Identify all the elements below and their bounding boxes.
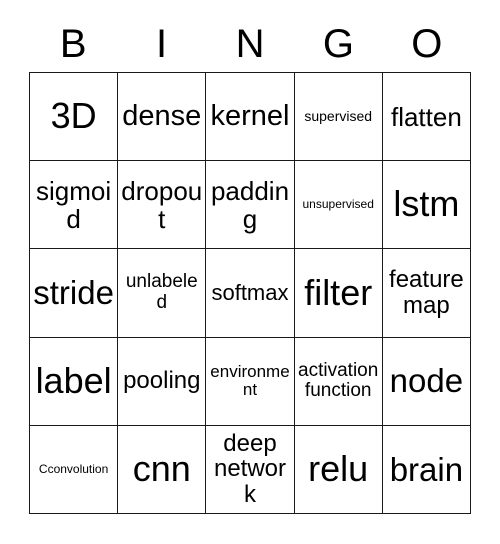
bingo-cell[interactable]: kernel bbox=[206, 73, 295, 162]
bingo-cell-label: label bbox=[35, 359, 112, 401]
bingo-cell[interactable]: padding bbox=[206, 161, 295, 250]
bingo-cell[interactable]: supervised bbox=[294, 73, 383, 162]
bingo-cell-label: flatten bbox=[390, 101, 462, 132]
bingo-cell-label: sigmoid bbox=[36, 175, 112, 234]
bingo-cell[interactable]: unsupervised bbox=[294, 161, 383, 250]
bingo-cell[interactable]: relu bbox=[294, 425, 383, 514]
bingo-cell[interactable]: label bbox=[30, 337, 119, 426]
bingo-cell-label: activation function bbox=[298, 359, 379, 402]
bingo-cell-label: 3D bbox=[50, 95, 97, 137]
bingo-cell[interactable]: stride bbox=[30, 249, 119, 338]
bingo-cell[interactable]: filter bbox=[294, 249, 383, 338]
bingo-grid: 3D dense kernel supervised flatten sigmo… bbox=[29, 72, 471, 514]
bingo-cell[interactable]: 3D bbox=[30, 73, 119, 162]
bingo-cell-label: node bbox=[389, 362, 464, 400]
bingo-cell[interactable]: cnn bbox=[118, 425, 207, 514]
bingo-cell-label: softmax bbox=[211, 280, 289, 306]
bingo-header-letter-o: O bbox=[411, 22, 443, 66]
bingo-header-row: B I N G O bbox=[29, 16, 471, 72]
bingo-cell[interactable]: deep network bbox=[206, 425, 295, 514]
bingo-cell-label: Cconvolution bbox=[38, 461, 109, 476]
bingo-cell-label: deep network bbox=[213, 429, 287, 509]
bingo-cell[interactable]: dropout bbox=[118, 161, 207, 250]
bingo-cell[interactable]: unlabeled bbox=[118, 249, 207, 338]
bingo-cell-label: dropout bbox=[121, 175, 203, 234]
bingo-cell-label: brain bbox=[389, 450, 464, 488]
bingo-cell[interactable]: environment bbox=[206, 337, 295, 426]
bingo-cell[interactable]: activation function bbox=[294, 337, 383, 426]
bingo-header-letter-n: N bbox=[235, 22, 265, 66]
bingo-cell-label: filter bbox=[304, 271, 373, 313]
bingo-cell-label: relu bbox=[308, 447, 369, 489]
bingo-header-letter-i: I bbox=[156, 22, 168, 66]
bingo-header-letter-b: B bbox=[59, 22, 87, 66]
bingo-cell-label: stride bbox=[33, 274, 114, 312]
bingo-card: B I N G O 3D dense kernel supervised fla… bbox=[0, 0, 500, 544]
bingo-cell-label: unlabeled bbox=[125, 271, 198, 313]
bingo-cell-label: pooling bbox=[123, 367, 201, 395]
bingo-cell[interactable]: node bbox=[382, 337, 471, 426]
bingo-cell-label: dense bbox=[122, 99, 202, 132]
bingo-cell[interactable]: dense bbox=[118, 73, 207, 162]
bingo-cell[interactable]: flatten bbox=[382, 73, 471, 162]
bingo-cell-label: lstm bbox=[393, 183, 460, 225]
bingo-cell-label: unsupervised bbox=[302, 197, 374, 212]
bingo-cell-label: feature map bbox=[389, 266, 464, 319]
bingo-cell[interactable]: lstm bbox=[382, 161, 471, 250]
bingo-cell-label: supervised bbox=[304, 108, 373, 125]
bingo-cell[interactable]: Cconvolution bbox=[30, 425, 119, 514]
bingo-cell-label: environment bbox=[210, 361, 290, 400]
bingo-cell[interactable]: softmax bbox=[206, 249, 295, 338]
bingo-cell[interactable]: brain bbox=[382, 425, 471, 514]
bingo-cell[interactable]: pooling bbox=[118, 337, 207, 426]
bingo-header-letter-g: G bbox=[322, 22, 354, 66]
bingo-cell[interactable]: sigmoid bbox=[30, 161, 119, 250]
bingo-cell-label: kernel bbox=[210, 99, 290, 132]
bingo-cell-label: padding bbox=[210, 175, 290, 234]
bingo-cell[interactable]: feature map bbox=[382, 249, 471, 338]
bingo-cell-label: cnn bbox=[132, 447, 191, 489]
